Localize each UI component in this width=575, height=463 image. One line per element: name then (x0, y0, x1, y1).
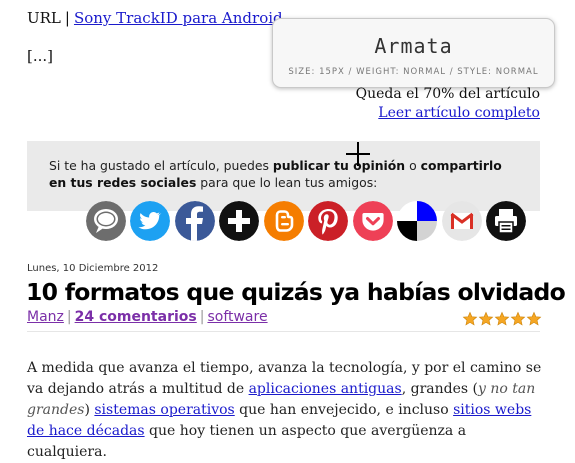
gmail-icon[interactable] (442, 201, 482, 241)
plus-icon[interactable] (219, 201, 259, 241)
post-title: 10 formatos que quizás ya habías olvidad… (26, 278, 566, 306)
pinterest-icon[interactable] (308, 201, 348, 241)
delicious-icon[interactable] (397, 201, 437, 241)
url-line: URL | Sony TrackID para Android (27, 9, 283, 27)
share-text-3: para que lo lean tus amigos: (196, 175, 378, 190)
font-name: Armata (374, 34, 453, 58)
star-icon[interactable] (510, 311, 526, 327)
comment-icon[interactable] (86, 201, 126, 241)
share-bold-opinion: publicar tu opinión (272, 158, 406, 173)
meta-separator: | (66, 309, 72, 325)
post-date: Lunes, 10 Diciembre 2012 (27, 263, 159, 274)
ellipsis-text: [...] (27, 47, 54, 65)
post-intro: A medida que avanza el tiempo, avanza la… (27, 358, 547, 463)
star-icon[interactable] (462, 311, 478, 327)
print-icon[interactable] (486, 201, 526, 241)
author-link[interactable]: Manz (27, 309, 64, 325)
font-inspector-tooltip: Armata SIZE: 15PX / WEIGHT: NORMAL / STY… (272, 18, 555, 88)
read-full-article-link[interactable]: Leer artículo completo (378, 105, 540, 121)
post-meta: Manz | 24 comentarios | software (27, 309, 268, 325)
category-link[interactable]: software (207, 309, 267, 325)
facebook-icon[interactable] (175, 201, 215, 241)
twitter-icon[interactable] (130, 201, 170, 241)
comments-link[interactable]: 24 comentarios (75, 309, 197, 325)
sony-trackid-link[interactable]: Sony TrackID para Android (74, 9, 283, 27)
star-icon[interactable] (494, 311, 510, 327)
meta-separator: | (199, 309, 205, 325)
share-text-1: Si te ha gustado el artículo, puedes (49, 158, 273, 173)
intro-text: , grandes ( (401, 381, 478, 397)
star-rating[interactable] (462, 311, 542, 327)
old-apps-link[interactable]: aplicaciones antiguas (249, 381, 402, 397)
star-icon[interactable] (526, 311, 542, 327)
blogger-icon[interactable] (264, 201, 304, 241)
operating-systems-link[interactable]: sistemas operativos (94, 402, 234, 418)
font-meta: SIZE: 15PX / WEIGHT: NORMAL / STYLE: NOR… (288, 67, 539, 77)
crosshair-cursor (346, 142, 370, 166)
intro-text: que han envejecido, e incluso (234, 402, 454, 418)
share-text-2: o (405, 158, 421, 173)
url-separator: | (64, 9, 70, 27)
article-remaining-text: Queda el 70% del artículo (355, 86, 540, 102)
pocket-icon[interactable] (353, 201, 393, 241)
url-label: URL (27, 9, 61, 27)
divider (27, 331, 540, 332)
star-icon[interactable] (478, 311, 494, 327)
intro-text: ) (84, 402, 95, 418)
